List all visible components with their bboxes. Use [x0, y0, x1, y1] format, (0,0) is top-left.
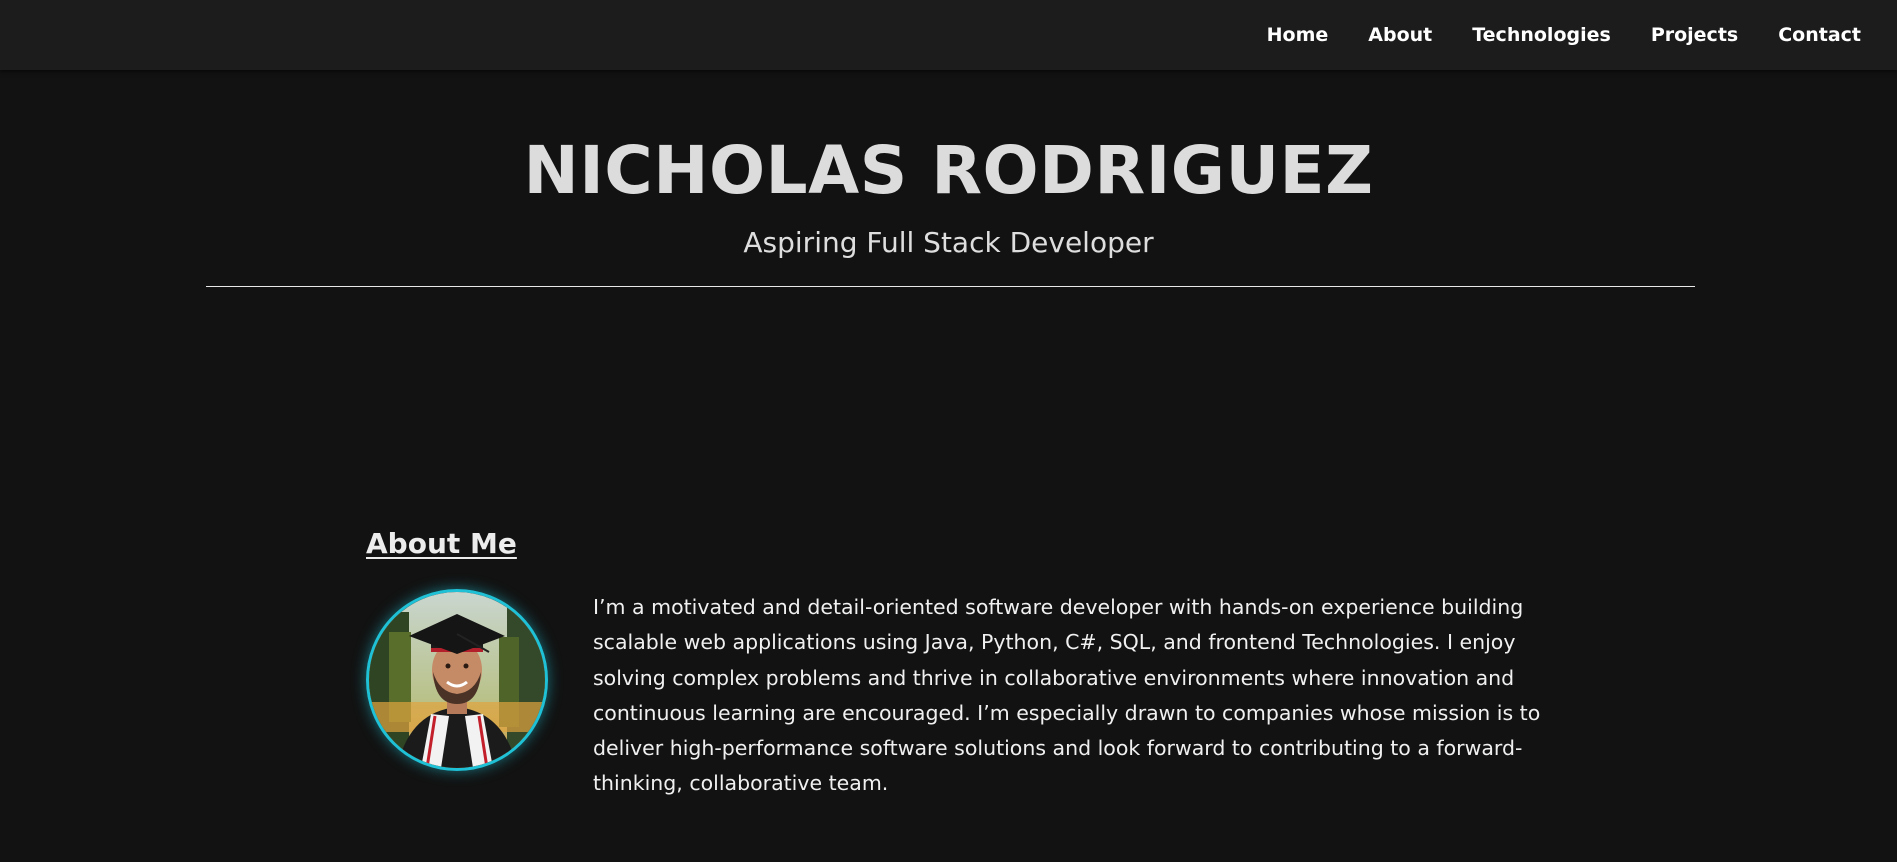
avatar: [366, 589, 548, 771]
top-navbar: Home About Technologies Projects Contact: [0, 0, 1897, 70]
nav-link-home[interactable]: Home: [1267, 24, 1329, 46]
hero-divider: [206, 286, 1695, 287]
graduation-portrait-icon: [369, 592, 545, 768]
hero-name: NICHOLAS RODRIGUEZ: [523, 132, 1374, 209]
nav-link-projects[interactable]: Projects: [1651, 24, 1738, 46]
nav-link-contact[interactable]: Contact: [1778, 24, 1861, 46]
nav-link-technologies[interactable]: Technologies: [1472, 24, 1611, 46]
about-heading: About Me: [366, 527, 517, 560]
hero-subtitle: Aspiring Full Stack Developer: [743, 226, 1154, 259]
nav-link-about[interactable]: About: [1368, 24, 1432, 46]
about-paragraph: I’m a motivated and detail-oriented soft…: [593, 595, 1541, 796]
